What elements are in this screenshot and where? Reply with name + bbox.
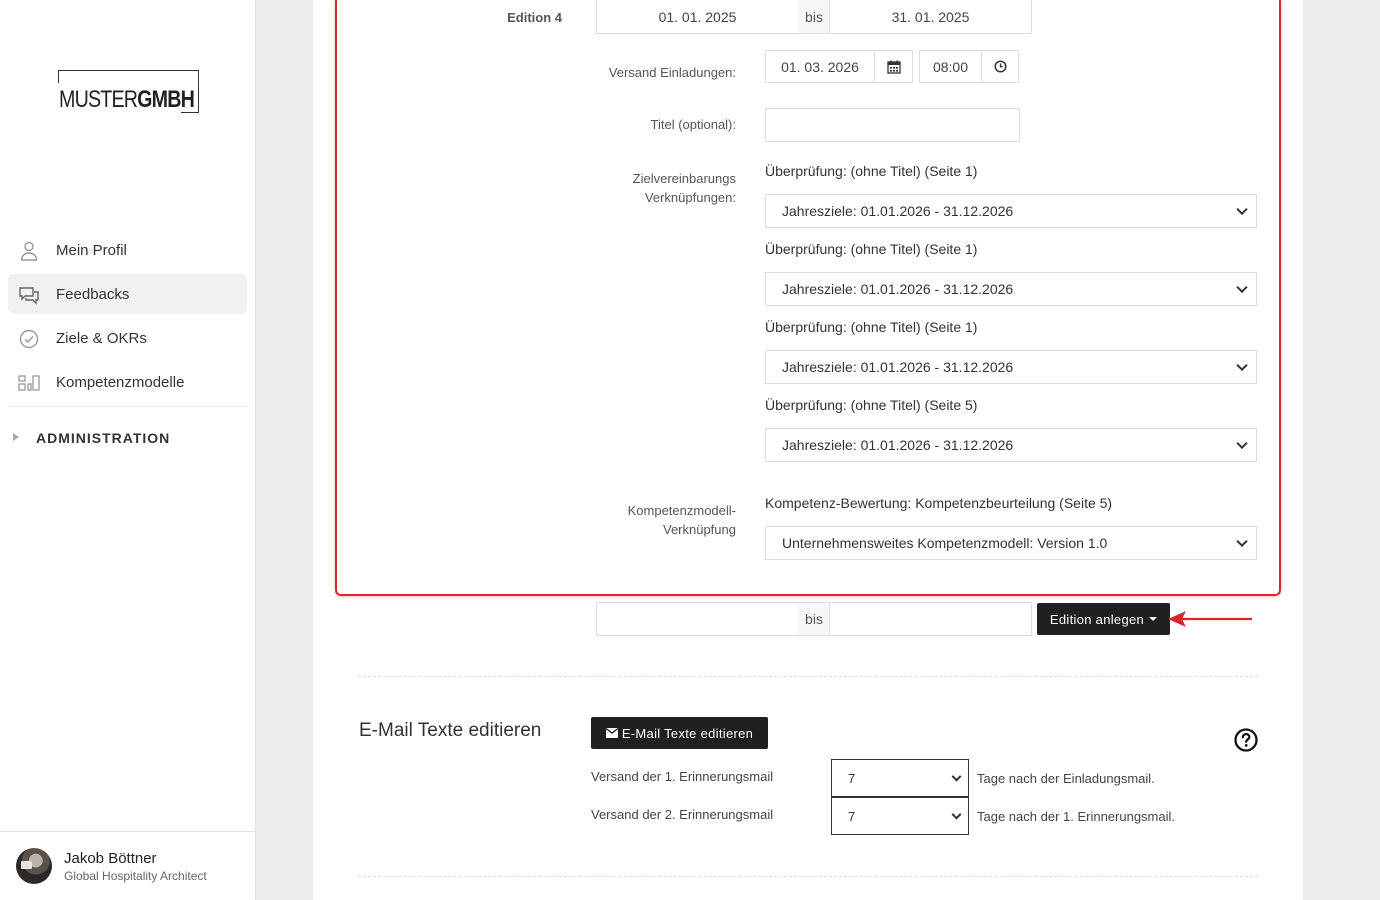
- goal-link-select[interactable]: Jahresziele: 01.01.2026 - 31.12.2026: [765, 194, 1257, 228]
- sidebar-item-kompetenzmodelle[interactable]: Kompetenzmodelle: [8, 362, 247, 402]
- sidebar-item-ziele-okrs[interactable]: Ziele & OKRs: [8, 318, 247, 358]
- invite-label: Versand Einladungen:: [608, 65, 736, 80]
- select-value: 7: [848, 770, 856, 786]
- competence-heading: Kompetenz-Bewertung: Kompetenzbeurteilun…: [765, 495, 1113, 511]
- chevron-down-icon: [1236, 437, 1248, 450]
- chevron-down-icon: [1236, 203, 1248, 216]
- goal-links-label-line2: Verknüpfungen:: [644, 190, 736, 205]
- new-edition-date-from-input[interactable]: [596, 602, 799, 636]
- sidebar-item-label: Ziele & OKRs: [56, 329, 147, 347]
- arrow-annotation-icon: [1168, 611, 1252, 627]
- competence-select[interactable]: Unternehmensweites Kompetenzmodell: Vers…: [765, 526, 1257, 560]
- title-input[interactable]: [765, 108, 1020, 142]
- select-value: Unternehmensweites Kompetenzmodell: Vers…: [782, 535, 1108, 551]
- goal-link-heading: Überprüfung: (ohne Titel) (Seite 1): [765, 163, 978, 179]
- calendar-button[interactable]: [874, 50, 913, 83]
- user-profile[interactable]: Jakob Böttner Global Hospitality Archite…: [0, 831, 256, 900]
- sidebar-item-feedbacks[interactable]: Feedbacks: [8, 274, 247, 314]
- section-divider: [358, 876, 1258, 877]
- sidebar-item-administration[interactable]: ADMINISTRATION: [0, 420, 256, 456]
- button-label: Edition anlegen: [1049, 611, 1145, 627]
- goal-link-select[interactable]: Jahresziele: 01.01.2026 - 31.12.2026: [765, 272, 1257, 306]
- select-value: Jahresziele: 01.01.2026 - 31.12.2026: [782, 437, 1014, 453]
- competence-label: Kompetenzmodell- Verknüpfung: [520, 501, 736, 539]
- reminder1-label: Versand der 1. Erinnerungsmail: [591, 769, 774, 784]
- select-value: Jahresziele: 01.01.2026 - 31.12.2026: [782, 281, 1014, 297]
- invite-date-input[interactable]: 01. 03. 2026: [765, 50, 875, 83]
- button-label: E-Mail Texte editieren: [621, 725, 754, 741]
- chevron-down-icon: [951, 771, 962, 782]
- competence-label-line2: Verknüpfung: [662, 522, 736, 537]
- edition-date-to-input[interactable]: 31. 01. 2025: [829, 0, 1032, 34]
- edition-anlegen-button[interactable]: Edition anlegen: [1037, 603, 1170, 635]
- goal-link-heading: Überprüfung: (ohne Titel) (Seite 5): [765, 397, 978, 413]
- chat-icon: [19, 287, 39, 305]
- reminder1-suffix: Tage nach der Einladungsmail.: [977, 771, 1155, 786]
- user-role: Global Hospitality Architect: [64, 869, 207, 883]
- goal-link-select[interactable]: Jahresziele: 01.01.2026 - 31.12.2026: [765, 428, 1257, 462]
- help-icon[interactable]: [1234, 728, 1258, 752]
- email-section-title: E-Mail Texte editieren: [359, 720, 542, 741]
- new-edition-date-to-input[interactable]: [829, 602, 1032, 636]
- new-edition-bis-label: bis: [798, 602, 830, 636]
- sidebar-item-label: Feedbacks: [56, 285, 130, 303]
- goal-links-label-line1: Zielvereinbarungs: [632, 171, 736, 186]
- edition-bis-label: bis: [798, 0, 830, 34]
- nav-divider: [8, 406, 247, 407]
- grid-icon: [18, 375, 40, 391]
- reminder1-select[interactable]: 7: [831, 759, 969, 797]
- sidebar: MUSTERGMBH Mein Profil Feedbacks Ziele &…: [0, 0, 256, 900]
- admin-label: ADMINISTRATION: [36, 430, 171, 446]
- user-name: Jakob Böttner: [64, 850, 157, 867]
- clock-icon: [993, 60, 1007, 73]
- avatar: [16, 848, 52, 884]
- user-icon: [20, 241, 38, 261]
- edition-date-from-input[interactable]: 01. 01. 2025: [596, 0, 799, 34]
- sidebar-item-label: Mein Profil: [56, 241, 127, 259]
- chevron-down-icon: [1236, 359, 1248, 372]
- goal-links-label: Zielvereinbarungs Verknüpfungen:: [520, 169, 736, 207]
- select-value: Jahresziele: 01.01.2026 - 31.12.2026: [782, 359, 1014, 375]
- reminder2-select[interactable]: 7: [831, 797, 969, 835]
- reminder2-label: Versand der 2. Erinnerungsmail: [591, 807, 774, 822]
- chevron-down-icon: [1236, 535, 1248, 548]
- chevron-down-icon: [1236, 281, 1248, 294]
- calendar-icon: [886, 60, 901, 74]
- select-value: Jahresziele: 01.01.2026 - 31.12.2026: [782, 203, 1014, 219]
- company-logo[interactable]: MUSTERGMBH: [58, 70, 200, 113]
- title-label: Titel (optional):: [650, 117, 737, 132]
- reminder2-suffix: Tage nach der 1. Erinnerungsmail.: [977, 809, 1176, 824]
- check-circle-icon: [19, 329, 39, 349]
- envelope-icon: [605, 728, 618, 738]
- chevron-down-icon: [951, 809, 962, 820]
- invite-time-input[interactable]: 08:00: [919, 50, 982, 83]
- goal-link-select[interactable]: Jahresziele: 01.01.2026 - 31.12.2026: [765, 350, 1257, 384]
- sidebar-item-mein-profil[interactable]: Mein Profil: [8, 230, 247, 270]
- goal-link-heading: Überprüfung: (ohne Titel) (Seite 1): [765, 319, 978, 335]
- competence-label-line1: Kompetenzmodell-: [627, 503, 736, 518]
- caret-down-icon: [1149, 617, 1158, 621]
- section-divider: [358, 676, 1258, 677]
- edition-label: Edition 4: [507, 10, 562, 25]
- clock-button[interactable]: [981, 50, 1019, 83]
- caret-right-icon: [13, 433, 19, 441]
- edit-email-texts-button[interactable]: E-Mail Texte editieren: [591, 717, 768, 749]
- goal-link-heading: Überprüfung: (ohne Titel) (Seite 1): [765, 241, 978, 257]
- sidebar-nav: Mein Profil Feedbacks Ziele & OKRs Kompe…: [8, 230, 247, 407]
- sidebar-item-label: Kompetenzmodelle: [56, 373, 185, 391]
- logo-text: MUSTERGMBH: [59, 86, 195, 113]
- select-value: 7: [848, 808, 856, 824]
